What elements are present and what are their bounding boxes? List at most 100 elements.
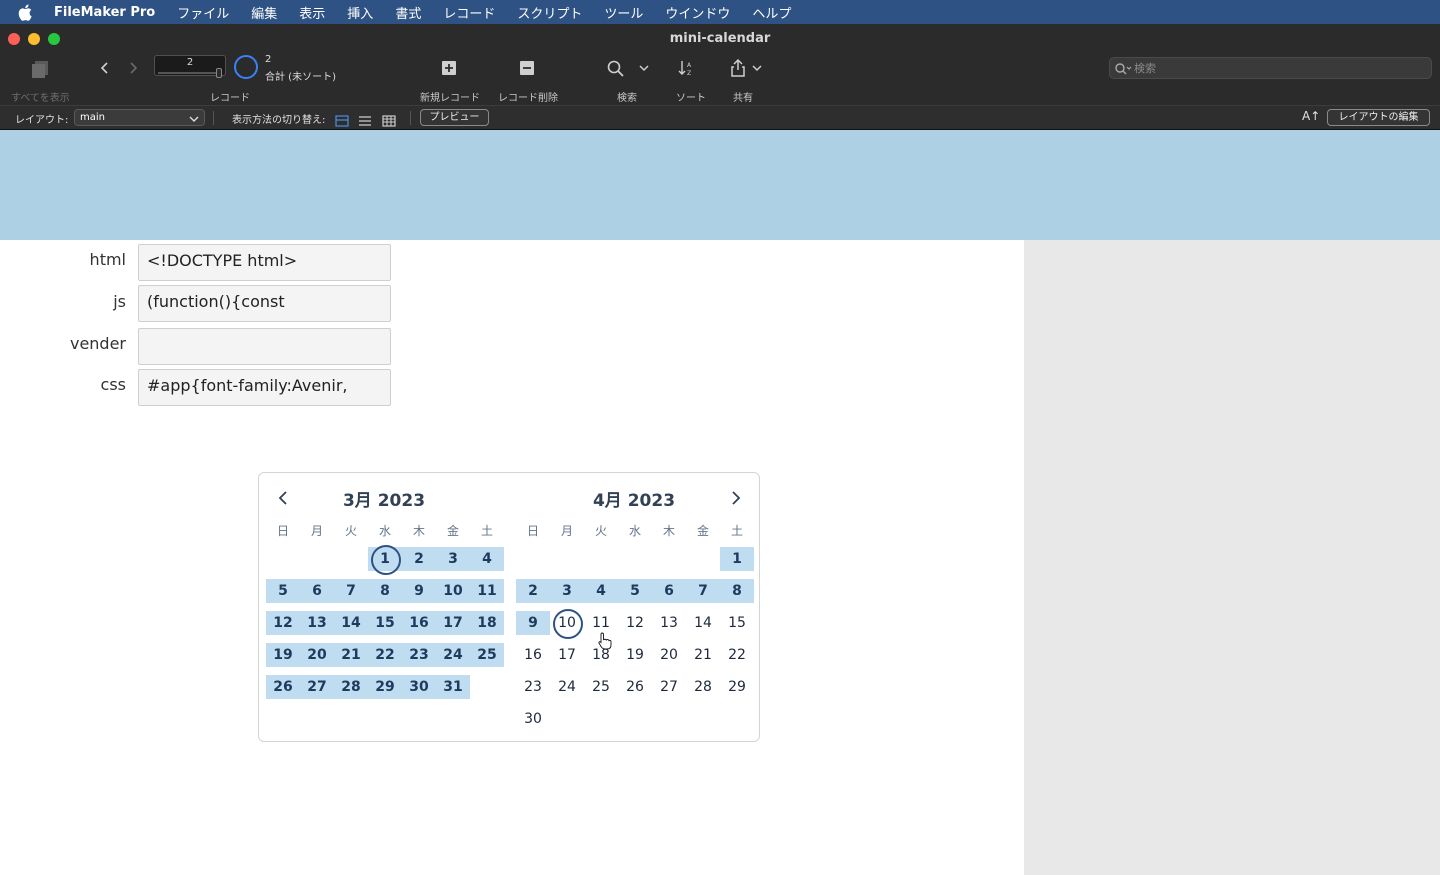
search-input[interactable] [1134, 59, 1424, 77]
next-month-chevron-icon[interactable] [726, 487, 746, 509]
form-view-icon[interactable] [335, 112, 349, 131]
vender-field[interactable] [138, 328, 391, 365]
calendar-day-march-4[interactable]: 4 [470, 547, 504, 571]
css-field[interactable]: #app{font-family:Avenir, [138, 369, 391, 406]
calendar-day-april-21[interactable]: 21 [686, 643, 720, 667]
list-view-icon[interactable] [358, 112, 372, 131]
menu-app[interactable]: FileMaker Pro [54, 5, 155, 20]
menu-records[interactable]: レコード [443, 3, 495, 22]
calendar-day-april-3[interactable]: 3 [550, 579, 584, 603]
calendar-day-march-28[interactable]: 28 [334, 675, 368, 699]
menu-view[interactable]: 表示 [299, 3, 325, 22]
delete-record-icon[interactable] [519, 60, 535, 76]
calendar-day-march-7[interactable]: 7 [334, 579, 368, 603]
calendar-day-march-31[interactable]: 31 [436, 675, 470, 699]
calendar-day-april-9[interactable]: 9 [516, 611, 550, 635]
calendar-day-march-9[interactable]: 9 [402, 579, 436, 603]
font-size-icon[interactable]: A↑ [1302, 109, 1320, 123]
calendar-day-april-19[interactable]: 19 [618, 643, 652, 667]
record-slider-handle[interactable] [216, 68, 222, 78]
js-field[interactable]: (function(){const [138, 285, 391, 322]
record-slider[interactable] [158, 72, 220, 74]
calendar-day-march-16[interactable]: 16 [402, 611, 436, 635]
new-record-icon[interactable] [441, 60, 457, 76]
calendar-day-march-5[interactable]: 5 [266, 579, 300, 603]
calendar-day-april-16[interactable]: 16 [516, 643, 550, 667]
calendar-day-march-21[interactable]: 21 [334, 643, 368, 667]
html-field[interactable]: <!DOCTYPE html> [138, 244, 391, 281]
share-dropdown-chevron-icon[interactable] [752, 64, 762, 72]
quick-find-search[interactable] [1109, 57, 1432, 79]
previous-record-icon[interactable] [98, 61, 112, 75]
calendar-day-march-10[interactable]: 10 [436, 579, 470, 603]
menu-insert[interactable]: 挿入 [347, 3, 373, 22]
preview-button[interactable]: プレビュー [420, 109, 489, 126]
next-record-icon[interactable] [126, 61, 140, 75]
calendar-day-april-8[interactable]: 8 [720, 579, 754, 603]
share-icon[interactable] [729, 58, 747, 78]
new-record-label[interactable]: 新規レコード [420, 89, 480, 104]
show-all-icon[interactable] [30, 60, 50, 78]
menu-edit[interactable]: 編集 [251, 3, 277, 22]
calendar-day-march-25[interactable]: 25 [470, 643, 504, 667]
calendar-day-april-5[interactable]: 5 [618, 579, 652, 603]
calendar-day-april-24[interactable]: 24 [550, 675, 584, 699]
calendar-day-march-8[interactable]: 8 [368, 579, 402, 603]
calendar-day-april-20[interactable]: 20 [652, 643, 686, 667]
calendar-day-april-23[interactable]: 23 [516, 675, 550, 699]
calendar-day-april-28[interactable]: 28 [686, 675, 720, 699]
calendar-day-april-22[interactable]: 22 [720, 643, 754, 667]
delete-record-label[interactable]: レコード削除 [498, 89, 558, 104]
calendar-day-april-10[interactable]: 10 [550, 609, 584, 639]
menu-format[interactable]: 書式 [395, 3, 421, 22]
find-dropdown-chevron-icon[interactable] [639, 64, 649, 72]
calendar-day-april-2[interactable]: 2 [516, 579, 550, 603]
calendar-day-march-17[interactable]: 17 [436, 611, 470, 635]
calendar-day-april-29[interactable]: 29 [720, 675, 754, 699]
menu-window[interactable]: ウインドウ [665, 3, 730, 22]
edit-layout-button[interactable]: レイアウトの編集 [1327, 109, 1430, 126]
sort-label[interactable]: ソート [676, 89, 706, 104]
calendar-day-march-15[interactable]: 15 [368, 611, 402, 635]
calendar-day-march-2[interactable]: 2 [402, 547, 436, 571]
calendar-day-april-27[interactable]: 27 [652, 675, 686, 699]
prev-month-chevron-icon[interactable] [273, 487, 293, 509]
find-icon[interactable] [606, 60, 626, 78]
sort-icon[interactable]: AZ [678, 59, 696, 77]
calendar-day-april-17[interactable]: 17 [550, 643, 584, 667]
calendar-day-march-24[interactable]: 24 [436, 643, 470, 667]
calendar-day-march-12[interactable]: 12 [266, 611, 300, 635]
share-label[interactable]: 共有 [733, 89, 753, 104]
calendar-day-april-25[interactable]: 25 [584, 675, 618, 699]
menu-scripts[interactable]: スクリプト [517, 3, 582, 22]
layout-select[interactable]: main [74, 109, 205, 126]
apple-icon[interactable] [18, 3, 36, 21]
calendar-day-march-23[interactable]: 23 [402, 643, 436, 667]
calendar-day-march-22[interactable]: 22 [368, 643, 402, 667]
calendar-day-april-1[interactable]: 1 [720, 547, 754, 571]
find-label[interactable]: 検索 [617, 89, 637, 104]
menu-file[interactable]: ファイル [177, 3, 229, 22]
calendar-day-march-3[interactable]: 3 [436, 547, 470, 571]
calendar-day-april-4[interactable]: 4 [584, 579, 618, 603]
menu-help[interactable]: ヘルプ [752, 3, 791, 22]
calendar-day-march-6[interactable]: 6 [300, 579, 334, 603]
calendar-day-april-7[interactable]: 7 [686, 579, 720, 603]
calendar-day-march-18[interactable]: 18 [470, 611, 504, 635]
record-total[interactable]: 合計 (未ソート) [265, 68, 336, 83]
calendar-day-march-1[interactable]: 1 [368, 545, 402, 575]
calendar-day-march-11[interactable]: 11 [470, 579, 504, 603]
calendar-day-april-15[interactable]: 15 [720, 611, 754, 635]
calendar-day-march-20[interactable]: 20 [300, 643, 334, 667]
calendar-day-april-14[interactable]: 14 [686, 611, 720, 635]
menu-tools[interactable]: ツール [604, 3, 643, 22]
calendar-day-april-26[interactable]: 26 [618, 675, 652, 699]
calendar-day-march-13[interactable]: 13 [300, 611, 334, 635]
table-view-icon[interactable] [382, 112, 396, 131]
calendar-day-march-27[interactable]: 27 [300, 675, 334, 699]
calendar-day-march-14[interactable]: 14 [334, 611, 368, 635]
calendar-day-april-12[interactable]: 12 [618, 611, 652, 635]
calendar-day-march-19[interactable]: 19 [266, 643, 300, 667]
calendar-day-april-30[interactable]: 30 [516, 707, 550, 731]
calendar-day-april-13[interactable]: 13 [652, 611, 686, 635]
